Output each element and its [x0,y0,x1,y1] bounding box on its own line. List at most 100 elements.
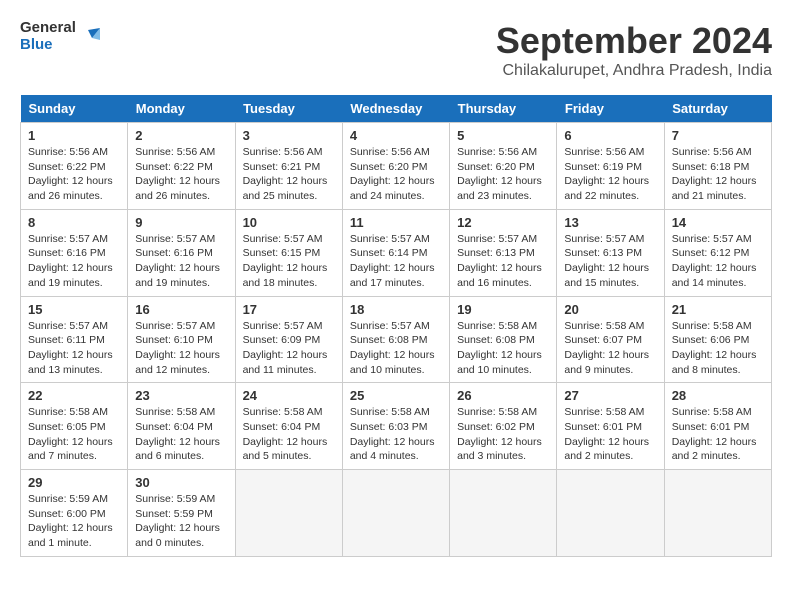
title-section: September 2024 Chilakalurupet, Andhra Pr… [496,20,772,80]
day-number: 17 [243,302,335,317]
day-number: 27 [564,388,656,403]
table-row: 10 Sunrise: 5:57 AM Sunset: 6:15 PM Dayl… [235,209,342,296]
table-row: 22 Sunrise: 5:58 AM Sunset: 6:05 PM Dayl… [21,383,128,470]
day-info: Sunrise: 5:57 AM Sunset: 6:09 PM Dayligh… [243,319,335,378]
table-row: 8 Sunrise: 5:57 AM Sunset: 6:16 PM Dayli… [21,209,128,296]
logo-bird-icon [78,26,100,48]
table-row: 11 Sunrise: 5:57 AM Sunset: 6:14 PM Dayl… [342,209,449,296]
table-row: 27 Sunrise: 5:58 AM Sunset: 6:01 PM Dayl… [557,383,664,470]
table-row: 29 Sunrise: 5:59 AM Sunset: 6:00 PM Dayl… [21,470,128,557]
day-number: 18 [350,302,442,317]
day-number: 16 [135,302,227,317]
day-number: 25 [350,388,442,403]
week-4: 22 Sunrise: 5:58 AM Sunset: 6:05 PM Dayl… [21,383,772,470]
month-title: September 2024 [496,20,772,62]
day-info: Sunrise: 5:57 AM Sunset: 6:16 PM Dayligh… [135,232,227,291]
header-tuesday: Tuesday [235,95,342,123]
day-number: 9 [135,215,227,230]
day-number: 12 [457,215,549,230]
day-number: 24 [243,388,335,403]
day-info: Sunrise: 5:56 AM Sunset: 6:18 PM Dayligh… [672,145,764,204]
empty-cell [664,470,771,557]
table-row: 12 Sunrise: 5:57 AM Sunset: 6:13 PM Dayl… [450,209,557,296]
header-friday: Friday [557,95,664,123]
day-info: Sunrise: 5:56 AM Sunset: 6:20 PM Dayligh… [457,145,549,204]
day-info: Sunrise: 5:58 AM Sunset: 6:06 PM Dayligh… [672,319,764,378]
day-number: 6 [564,128,656,143]
table-row: 21 Sunrise: 5:58 AM Sunset: 6:06 PM Dayl… [664,296,771,383]
page-header: General Blue September 2024 Chilakalurup… [20,20,772,80]
day-number: 5 [457,128,549,143]
header-row: Sunday Monday Tuesday Wednesday Thursday… [21,95,772,123]
day-number: 22 [28,388,120,403]
table-row: 26 Sunrise: 5:58 AM Sunset: 6:02 PM Dayl… [450,383,557,470]
day-info: Sunrise: 5:57 AM Sunset: 6:15 PM Dayligh… [243,232,335,291]
week-2: 8 Sunrise: 5:57 AM Sunset: 6:16 PM Dayli… [21,209,772,296]
day-number: 26 [457,388,549,403]
day-info: Sunrise: 5:58 AM Sunset: 6:04 PM Dayligh… [243,405,335,464]
week-5: 29 Sunrise: 5:59 AM Sunset: 6:00 PM Dayl… [21,470,772,557]
table-row: 7 Sunrise: 5:56 AM Sunset: 6:18 PM Dayli… [664,123,771,210]
week-3: 15 Sunrise: 5:57 AM Sunset: 6:11 PM Dayl… [21,296,772,383]
empty-cell [235,470,342,557]
table-row: 24 Sunrise: 5:58 AM Sunset: 6:04 PM Dayl… [235,383,342,470]
location-title: Chilakalurupet, Andhra Pradesh, India [496,62,772,80]
day-number: 23 [135,388,227,403]
day-info: Sunrise: 5:57 AM Sunset: 6:12 PM Dayligh… [672,232,764,291]
day-info: Sunrise: 5:56 AM Sunset: 6:20 PM Dayligh… [350,145,442,204]
day-number: 8 [28,215,120,230]
table-row: 17 Sunrise: 5:57 AM Sunset: 6:09 PM Dayl… [235,296,342,383]
day-number: 7 [672,128,764,143]
day-number: 15 [28,302,120,317]
table-row: 25 Sunrise: 5:58 AM Sunset: 6:03 PM Dayl… [342,383,449,470]
week-1: 1 Sunrise: 5:56 AM Sunset: 6:22 PM Dayli… [21,123,772,210]
day-info: Sunrise: 5:58 AM Sunset: 6:04 PM Dayligh… [135,405,227,464]
day-info: Sunrise: 5:57 AM Sunset: 6:13 PM Dayligh… [564,232,656,291]
day-info: Sunrise: 5:57 AM Sunset: 6:14 PM Dayligh… [350,232,442,291]
day-number: 28 [672,388,764,403]
table-row: 16 Sunrise: 5:57 AM Sunset: 6:10 PM Dayl… [128,296,235,383]
day-info: Sunrise: 5:57 AM Sunset: 6:11 PM Dayligh… [28,319,120,378]
day-info: Sunrise: 5:58 AM Sunset: 6:01 PM Dayligh… [672,405,764,464]
day-number: 10 [243,215,335,230]
table-row: 14 Sunrise: 5:57 AM Sunset: 6:12 PM Dayl… [664,209,771,296]
empty-cell [557,470,664,557]
day-number: 30 [135,475,227,490]
table-row: 23 Sunrise: 5:58 AM Sunset: 6:04 PM Dayl… [128,383,235,470]
day-info: Sunrise: 5:57 AM Sunset: 6:13 PM Dayligh… [457,232,549,291]
table-row: 6 Sunrise: 5:56 AM Sunset: 6:19 PM Dayli… [557,123,664,210]
table-row: 30 Sunrise: 5:59 AM Sunset: 5:59 PM Dayl… [128,470,235,557]
header-saturday: Saturday [664,95,771,123]
day-info: Sunrise: 5:58 AM Sunset: 6:05 PM Dayligh… [28,405,120,464]
day-info: Sunrise: 5:57 AM Sunset: 6:08 PM Dayligh… [350,319,442,378]
table-row: 3 Sunrise: 5:56 AM Sunset: 6:21 PM Dayli… [235,123,342,210]
day-number: 11 [350,215,442,230]
day-info: Sunrise: 5:58 AM Sunset: 6:07 PM Dayligh… [564,319,656,378]
day-number: 13 [564,215,656,230]
logo: General Blue [20,20,100,53]
day-info: Sunrise: 5:58 AM Sunset: 6:02 PM Dayligh… [457,405,549,464]
table-row: 9 Sunrise: 5:57 AM Sunset: 6:16 PM Dayli… [128,209,235,296]
day-number: 4 [350,128,442,143]
header-sunday: Sunday [21,95,128,123]
day-info: Sunrise: 5:58 AM Sunset: 6:03 PM Dayligh… [350,405,442,464]
day-number: 29 [28,475,120,490]
day-info: Sunrise: 5:57 AM Sunset: 6:16 PM Dayligh… [28,232,120,291]
header-wednesday: Wednesday [342,95,449,123]
header-thursday: Thursday [450,95,557,123]
day-info: Sunrise: 5:59 AM Sunset: 5:59 PM Dayligh… [135,492,227,551]
day-info: Sunrise: 5:58 AM Sunset: 6:08 PM Dayligh… [457,319,549,378]
day-info: Sunrise: 5:56 AM Sunset: 6:22 PM Dayligh… [28,145,120,204]
day-number: 2 [135,128,227,143]
day-info: Sunrise: 5:56 AM Sunset: 6:19 PM Dayligh… [564,145,656,204]
header-monday: Monday [128,95,235,123]
day-info: Sunrise: 5:57 AM Sunset: 6:10 PM Dayligh… [135,319,227,378]
table-row: 28 Sunrise: 5:58 AM Sunset: 6:01 PM Dayl… [664,383,771,470]
day-info: Sunrise: 5:58 AM Sunset: 6:01 PM Dayligh… [564,405,656,464]
day-number: 3 [243,128,335,143]
table-row: 20 Sunrise: 5:58 AM Sunset: 6:07 PM Dayl… [557,296,664,383]
table-row: 15 Sunrise: 5:57 AM Sunset: 6:11 PM Dayl… [21,296,128,383]
calendar-table: Sunday Monday Tuesday Wednesday Thursday… [20,95,772,557]
day-number: 19 [457,302,549,317]
table-row: 1 Sunrise: 5:56 AM Sunset: 6:22 PM Dayli… [21,123,128,210]
